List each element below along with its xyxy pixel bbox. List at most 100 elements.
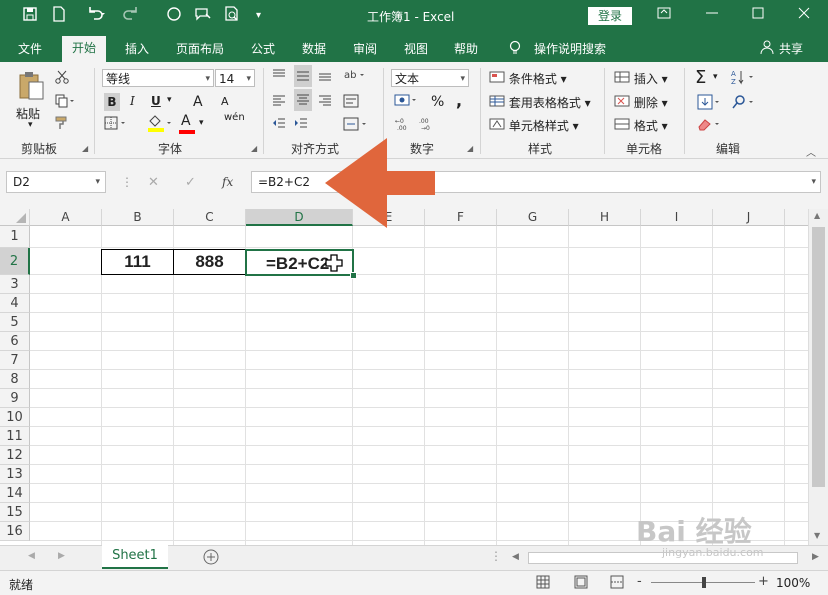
- next-sheet-icon[interactable]: ▶: [58, 551, 65, 561]
- tab-data[interactable]: 数据: [302, 40, 326, 57]
- drag-handle-icon[interactable]: ⋮: [121, 175, 133, 189]
- format-painter-icon[interactable]: [55, 116, 71, 133]
- tell-me-search[interactable]: 操作说明搜索: [534, 40, 606, 57]
- find-select-icon[interactable]: [731, 94, 759, 113]
- align-bottom-icon[interactable]: [318, 68, 332, 85]
- zoom-slider-thumb[interactable]: [702, 577, 706, 588]
- tab-page-layout[interactable]: 页面布局: [176, 40, 224, 57]
- select-all-corner[interactable]: [0, 209, 30, 226]
- login-button[interactable]: 登录: [588, 7, 632, 25]
- row-header-4[interactable]: 4: [0, 294, 30, 313]
- scroll-left-icon[interactable]: ◀: [512, 552, 519, 562]
- name-box[interactable]: D2 ▾: [6, 171, 106, 193]
- row-header-5[interactable]: 5: [0, 313, 30, 332]
- column-header-f[interactable]: F: [425, 209, 497, 226]
- align-center-icon[interactable]: [294, 89, 312, 111]
- align-middle-icon[interactable]: [294, 65, 312, 87]
- share-button[interactable]: 共享: [779, 40, 803, 57]
- page-layout-view-icon[interactable]: [574, 575, 588, 592]
- fill-color-icon[interactable]: [147, 115, 173, 136]
- enter-formula-icon[interactable]: ✓: [185, 175, 196, 190]
- font-name-select[interactable]: 等线 ▾: [102, 69, 214, 87]
- font-color-button[interactable]: A: [181, 113, 191, 129]
- accounting-icon[interactable]: [394, 93, 420, 112]
- conditional-formatting-button[interactable]: 条件格式 ▾: [489, 70, 567, 87]
- redo-icon[interactable]: [122, 6, 142, 27]
- cell-c2[interactable]: 888: [173, 249, 246, 275]
- format-cells-button[interactable]: 格式 ▾: [614, 117, 668, 134]
- row-header-1[interactable]: 1: [0, 226, 30, 248]
- copy-icon[interactable]: [55, 94, 75, 111]
- tab-formulas[interactable]: 公式: [251, 40, 275, 57]
- row-header-6[interactable]: 6: [0, 332, 30, 351]
- dialog-launcher-icon[interactable]: ◢: [467, 144, 473, 153]
- vertical-scrollbar[interactable]: ▲ ▼: [808, 209, 828, 545]
- collapse-ribbon-icon[interactable]: ︿: [806, 144, 816, 159]
- format-as-table-button[interactable]: 套用表格格式 ▾: [489, 94, 591, 111]
- row-header-9[interactable]: 9: [0, 389, 30, 408]
- font-color-dropdown-icon[interactable]: ▾: [199, 118, 204, 128]
- undo-icon[interactable]: [86, 6, 106, 27]
- column-header-h[interactable]: H: [569, 209, 641, 226]
- align-left-icon[interactable]: [272, 94, 286, 111]
- column-header-g[interactable]: G: [497, 209, 569, 226]
- align-top-icon[interactable]: [272, 68, 286, 85]
- fill-handle[interactable]: [350, 272, 357, 279]
- zoom-level[interactable]: 100%: [776, 576, 810, 590]
- touch-icon[interactable]: [194, 6, 212, 27]
- row-header-12[interactable]: 12: [0, 446, 30, 465]
- row-header-16[interactable]: 16: [0, 522, 30, 541]
- bold-button[interactable]: B: [104, 93, 120, 111]
- tab-file[interactable]: 文件: [18, 40, 42, 57]
- italic-button[interactable]: I: [130, 94, 135, 108]
- column-header-a[interactable]: A: [30, 209, 102, 226]
- column-header-j[interactable]: J: [713, 209, 785, 226]
- orientation-icon[interactable]: ab: [343, 68, 367, 85]
- decrease-decimal-icon[interactable]: .00 →0: [419, 117, 437, 134]
- wrap-text-icon[interactable]: [343, 94, 359, 111]
- dialog-launcher-icon[interactable]: ◢: [251, 144, 257, 153]
- normal-view-icon[interactable]: [536, 575, 550, 592]
- scroll-down-icon[interactable]: ▼: [814, 531, 820, 540]
- cell-styles-button[interactable]: 单元格样式 ▾: [489, 117, 579, 134]
- save-icon[interactable]: [22, 6, 38, 27]
- autosum-icon[interactable]: Σ: [695, 67, 706, 88]
- cell-b2[interactable]: 111: [101, 249, 174, 275]
- split-handle-icon[interactable]: ⋮: [490, 549, 502, 563]
- column-header-i[interactable]: I: [641, 209, 713, 226]
- cancel-formula-icon[interactable]: ✕: [148, 175, 159, 190]
- grow-font-button[interactable]: A: [193, 94, 203, 110]
- underline-button[interactable]: U: [151, 94, 161, 108]
- prev-sheet-icon[interactable]: ◀: [28, 551, 35, 561]
- zoom-in-button[interactable]: +: [758, 574, 769, 589]
- tab-help[interactable]: 帮助: [454, 40, 478, 57]
- insert-function-button[interactable]: fx: [222, 175, 233, 189]
- row-header-2[interactable]: 2: [0, 248, 30, 275]
- ribbon-display-icon[interactable]: [657, 6, 671, 24]
- add-sheet-icon[interactable]: [202, 548, 220, 569]
- percent-button[interactable]: %: [431, 94, 444, 110]
- vertical-scroll-thumb[interactable]: [812, 227, 825, 487]
- autosum-dropdown-icon[interactable]: ▾: [713, 72, 718, 82]
- zoom-out-button[interactable]: -: [637, 574, 642, 589]
- tab-review[interactable]: 审阅: [353, 40, 377, 57]
- scroll-right-icon[interactable]: ▶: [812, 552, 819, 562]
- row-header-10[interactable]: 10: [0, 408, 30, 427]
- tab-home[interactable]: 开始: [62, 36, 107, 62]
- scroll-up-icon[interactable]: ▲: [814, 211, 820, 220]
- clear-icon[interactable]: [697, 117, 723, 134]
- row-header-14[interactable]: 14: [0, 484, 30, 503]
- column-header-b[interactable]: B: [102, 209, 174, 226]
- phonetic-button[interactable]: wén: [224, 112, 245, 123]
- close-icon[interactable]: [798, 6, 810, 24]
- dialog-launcher-icon[interactable]: ◢: [82, 144, 88, 153]
- cut-icon[interactable]: [55, 70, 69, 87]
- name-box-dropdown-icon[interactable]: ▾: [95, 172, 100, 192]
- minimize-icon[interactable]: [706, 6, 718, 24]
- merge-center-icon[interactable]: [343, 117, 369, 134]
- row-header-11[interactable]: 11: [0, 427, 30, 446]
- number-format-select[interactable]: 文本 ▾: [391, 69, 469, 87]
- font-size-select[interactable]: 14 ▾: [215, 69, 255, 87]
- underline-dropdown-icon[interactable]: ▾: [167, 95, 172, 105]
- paste-dropdown-icon[interactable]: ▾: [28, 120, 33, 130]
